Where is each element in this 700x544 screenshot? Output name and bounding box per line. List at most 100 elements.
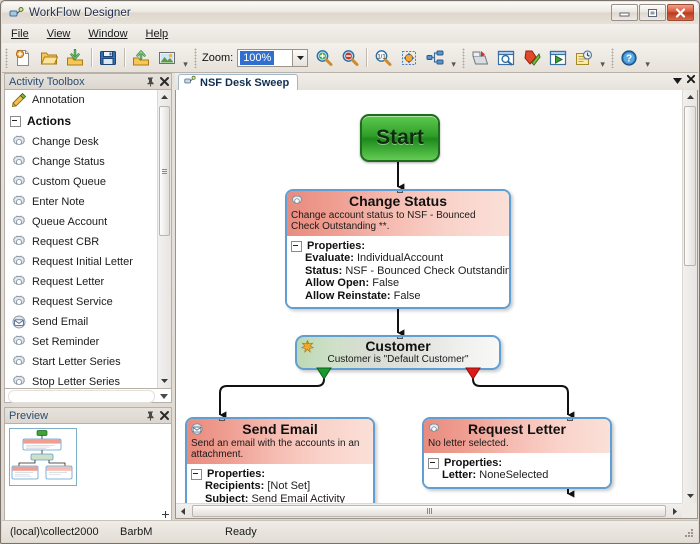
toolbar-overflow-3[interactable]: ▾ (597, 45, 608, 70)
node-handle-top[interactable] (397, 189, 403, 193)
schedule-icon[interactable] (571, 45, 597, 70)
help-icon[interactable]: ? (616, 45, 642, 70)
toolbar-overflow-4[interactable]: ▾ (642, 45, 653, 70)
pin-icon[interactable] (143, 75, 157, 89)
tab-nsf-desk-sweep[interactable]: NSF Desk Sweep (178, 74, 298, 90)
toolbar-overflow-2[interactable]: ▾ (448, 45, 459, 70)
zoom-fit-icon[interactable] (396, 45, 422, 70)
property-value: False (372, 277, 399, 289)
scroll-down-icon[interactable] (158, 374, 171, 388)
toolbox-item-request-letter[interactable]: Request Letter (5, 272, 157, 292)
pin-icon[interactable] (143, 409, 157, 423)
export-icon[interactable] (128, 45, 154, 70)
menu-view[interactable]: View (38, 26, 80, 42)
toolbar-grip-4[interactable] (611, 48, 614, 68)
zoom-out-icon[interactable] (337, 45, 363, 70)
resize-grip-icon[interactable] (682, 527, 696, 541)
menu-file[interactable]: File (2, 26, 38, 42)
canvas-vscroll-thumb[interactable] (684, 106, 696, 266)
toolbox-item-custom-queue[interactable]: Custom Queue (5, 172, 157, 192)
properties-header[interactable]: Properties: (428, 457, 606, 469)
close-button[interactable] (667, 4, 694, 21)
canvas-hscroll-thumb[interactable] (192, 505, 666, 517)
toolbox-item-change-desk[interactable]: Change Desk (5, 132, 157, 152)
activity-node-change-status[interactable]: Change Status Change account status to N… (285, 189, 511, 309)
toolbar: ▾ Zoom: 100% (2, 43, 698, 73)
import-icon[interactable] (62, 45, 88, 70)
toolbox-item-request-service[interactable]: Request Service (5, 292, 157, 312)
activity-header: Send Email Send an email with the accoun… (187, 419, 373, 464)
node-handle-top[interactable] (397, 335, 403, 339)
node-handle-top[interactable] (567, 417, 573, 421)
chevron-down-icon[interactable] (293, 49, 308, 67)
package-icon[interactable] (467, 45, 493, 70)
image-icon[interactable] (154, 45, 180, 70)
menu-view-label: View (47, 28, 71, 40)
active-files-chevron-icon[interactable] (673, 75, 682, 87)
canvas-vertical-scrollbar[interactable] (682, 90, 697, 503)
scroll-up-icon[interactable] (158, 90, 171, 104)
toolbox-scroll-thumb[interactable] (159, 106, 170, 236)
toolbox-item-send-email[interactable]: Send Email (5, 312, 157, 332)
scroll-down-icon[interactable] (683, 489, 697, 503)
property-key: Subject: (205, 493, 248, 504)
toolbox-group-actions[interactable]: Actions (5, 110, 157, 132)
preview-thumbnail[interactable] (9, 428, 77, 486)
zoom-in-icon[interactable] (311, 45, 337, 70)
close-document-icon[interactable] (686, 74, 696, 87)
maximize-button[interactable] (639, 4, 666, 21)
toolbox-scroll-down-icon[interactable] (160, 390, 168, 402)
properties-expander-icon[interactable] (428, 458, 439, 469)
preview-expand-icon[interactable] (160, 509, 171, 520)
properties-expander-icon[interactable] (191, 469, 202, 480)
properties-header[interactable]: Properties: (291, 240, 505, 252)
toolbox-item-stop-letter-series[interactable]: Stop Letter Series (5, 372, 157, 389)
toolbar-grip-1[interactable] (5, 48, 8, 68)
toolbox-item-set-reminder[interactable]: Set Reminder (5, 332, 157, 352)
minimize-button[interactable] (611, 4, 638, 21)
run-icon[interactable] (545, 45, 571, 70)
scroll-up-icon[interactable] (683, 90, 697, 104)
properties-header[interactable]: Properties: (191, 468, 369, 480)
group-expander-icon[interactable] (10, 116, 21, 127)
toolbox-item-start-letter-series[interactable]: Start Letter Series (5, 352, 157, 372)
workflow-canvas[interactable]: Start Change Status Change account statu… (176, 90, 682, 503)
menu-help[interactable]: Help (137, 26, 178, 42)
activity-node-request-letter[interactable]: Request Letter No letter selected. Prope… (422, 417, 612, 489)
condition-node-customer[interactable]: Customer Customer is "Default Customer" (295, 335, 501, 370)
scroll-right-icon[interactable] (668, 504, 682, 518)
condition-description: Customer is "Default Customer" (297, 354, 499, 365)
node-handle-top[interactable] (219, 417, 225, 421)
toolbox-item-request-initial-letter[interactable]: Request Initial Letter (5, 252, 157, 272)
property-row: Evaluate: IndividualAccount (291, 252, 505, 265)
toolbox-item-change-status[interactable]: Change Status (5, 152, 157, 172)
canvas-horizontal-scrollbar[interactable] (176, 503, 682, 518)
toolbox-more-pill[interactable] (8, 390, 155, 403)
save-icon[interactable] (95, 45, 121, 70)
toolbox-item-enter-note[interactable]: Enter Note (5, 192, 157, 212)
scroll-left-icon[interactable] (176, 504, 190, 518)
new-icon[interactable] (10, 45, 36, 70)
property-key: Allow Reinstate: (305, 290, 391, 302)
zoom-actual-icon[interactable]: 1/1 (370, 45, 396, 70)
toolbox-item-request-cbr[interactable]: Request CBR (5, 232, 157, 252)
toolbar-grip-2[interactable] (194, 48, 197, 68)
validate-icon[interactable] (519, 45, 545, 70)
properties-expander-icon[interactable] (291, 241, 302, 252)
toolbar-overflow-1[interactable]: ▾ (180, 45, 191, 70)
open-folder-icon[interactable] (36, 45, 62, 70)
activity-node-send-email[interactable]: Send Email Send an email with the accoun… (185, 417, 375, 503)
close-icon[interactable] (157, 409, 171, 423)
layout-icon[interactable] (422, 45, 448, 70)
toolbox-item-label: Send Email (32, 316, 88, 328)
toolbar-grip-3[interactable] (462, 48, 465, 68)
toolbox-item-queue-account[interactable]: Queue Account (5, 212, 157, 232)
preview-panel[interactable] (4, 423, 172, 521)
preview-window-icon[interactable] (493, 45, 519, 70)
start-node[interactable]: Start (360, 114, 440, 162)
toolbox-item-annotation[interactable]: Annotation (5, 90, 157, 110)
close-icon[interactable] (157, 75, 171, 89)
zoom-input[interactable]: 100% (237, 49, 293, 67)
toolbox-vertical-scrollbar[interactable] (157, 90, 171, 388)
menu-window[interactable]: Window (79, 26, 136, 42)
